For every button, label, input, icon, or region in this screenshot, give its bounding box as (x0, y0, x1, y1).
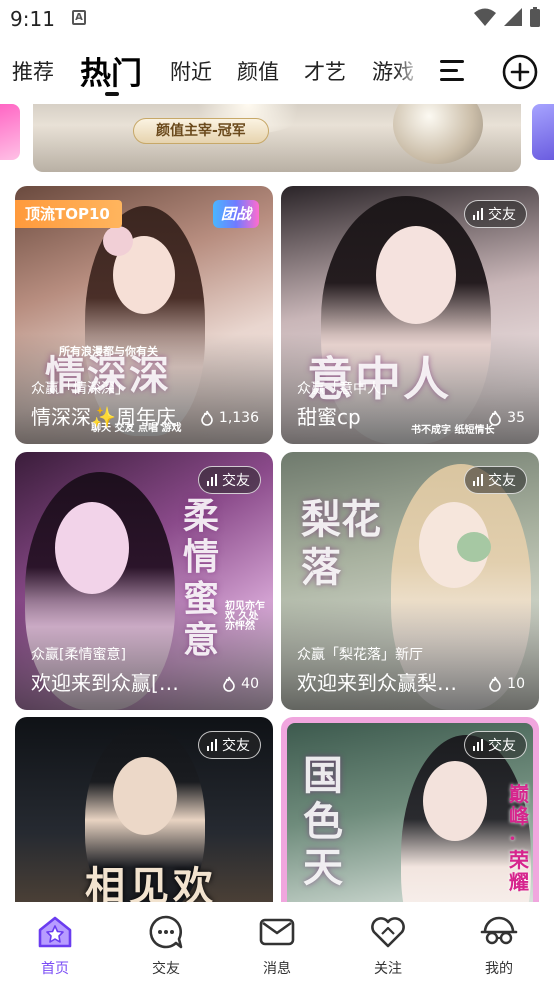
nav-following-label: 关注 (374, 961, 402, 977)
room-card[interactable]: 意中人 书不成字 纸短情长 交友 众赢「意中人」 甜蜜cp 35 (281, 186, 539, 444)
chat-bubble-icon (149, 915, 183, 949)
audio-bars-icon (473, 474, 483, 486)
heat-count: 40 (241, 676, 259, 692)
profile-glasses-icon (480, 916, 518, 945)
nav-messages-label: 消息 (263, 961, 291, 977)
room-heat: 1,136 (199, 410, 259, 426)
card-side-badge: 巅峰·荣耀 (509, 782, 529, 894)
banner-next-peek[interactable] (532, 104, 554, 160)
home-star-icon (38, 916, 72, 948)
heat-count: 1,136 (218, 410, 259, 426)
room-name: 众赢「意中人」 (297, 381, 395, 397)
room-card[interactable]: 梨花落 交友 众赢「梨花落」新厅 欢迎来到众赢梨花落 10 (281, 452, 539, 710)
bottom-navigation: 首页 交友 消息 关注 我的 (0, 902, 554, 984)
status-bar: 9:11 A (0, 0, 554, 38)
menu-icon[interactable] (438, 58, 466, 84)
category-tag-label: 交友 (488, 207, 516, 223)
room-title: 欢迎来到众赢[柔情蜜意] (31, 671, 191, 695)
audio-bars-icon (207, 739, 217, 751)
room-title: 甜蜜cp (297, 405, 361, 429)
audio-bars-icon (473, 739, 483, 751)
tab-recommend[interactable]: 推荐 (12, 56, 54, 86)
audio-bars-icon (207, 474, 217, 486)
nav-social[interactable]: 交友 (126, 912, 206, 978)
room-card[interactable]: 情深深 所有浪漫都与你有关 聊天 交友 点唱 游戏 顶流TOP10 团战 众赢「… (15, 186, 273, 444)
flame-icon (223, 676, 235, 692)
card-deco-subtext: 初见亦乍欢 久处亦怦然 (225, 601, 265, 632)
card-deco-text: 国色天 (303, 752, 343, 891)
nav-messages[interactable]: 消息 (237, 912, 317, 978)
team-battle-badge: 团战 (212, 200, 259, 228)
card-deco-subtext: 所有浪漫都与你有关 (59, 345, 158, 358)
flame-icon (489, 410, 501, 426)
room-heat: 10 (487, 676, 525, 692)
room-card[interactable]: 相见欢 交友 (15, 717, 273, 902)
add-icon[interactable] (502, 54, 538, 90)
room-name: 众赢「情深深」 (31, 381, 129, 397)
category-tag: 交友 (464, 731, 527, 759)
banner-label: 颜值主宰-冠军 (133, 118, 269, 144)
heart-icon (371, 917, 405, 948)
audio-bars-icon (473, 208, 483, 220)
mail-icon (259, 918, 295, 946)
battery-icon (530, 9, 540, 27)
nav-social-label: 交友 (152, 961, 180, 977)
nav-home-label: 首页 (41, 961, 69, 977)
flame-icon (201, 410, 213, 426)
category-tag-label: 交友 (488, 738, 516, 754)
room-heat: 35 (487, 410, 525, 426)
room-name: 众赢「梨花落」新厅 (297, 647, 423, 663)
banner-prev-peek[interactable] (0, 104, 20, 160)
room-grid: 情深深 所有浪漫都与你有关 聊天 交友 点唱 游戏 顶流TOP10 团战 众赢「… (0, 186, 554, 902)
category-tag: 交友 (464, 466, 527, 494)
nav-following[interactable]: 关注 (348, 912, 428, 978)
category-tag-label: 交友 (222, 473, 250, 489)
room-title: 情深深✨周年庆 (31, 405, 176, 429)
active-tab-indicator (105, 92, 119, 96)
card-deco-text: 相见欢 (85, 863, 217, 903)
tab-hot[interactable]: 热门 (80, 48, 142, 93)
top-rank-badge: 顶流TOP10 (15, 200, 122, 228)
flame-icon (489, 676, 501, 692)
status-time: 9:11 (10, 7, 55, 31)
tab-talent[interactable]: 才艺 (304, 56, 346, 86)
notification-icon: A (72, 10, 86, 25)
room-heat: 40 (221, 676, 259, 692)
category-tag-label: 交友 (488, 473, 516, 489)
card-deco-text: 梨花落 (301, 496, 381, 591)
room-card[interactable]: 国色天 巅峰·荣耀 交友 (281, 717, 539, 902)
room-title: 欢迎来到众赢梨花落 (297, 671, 457, 695)
nav-profile-label: 我的 (485, 961, 513, 977)
category-tabs: 推荐 热门 附近 颜值 才艺 游戏 (0, 40, 554, 102)
signal-icon (504, 8, 522, 26)
banner[interactable]: 颜值主宰-冠军 (33, 104, 521, 172)
room-card[interactable]: 柔情蜜意 初见亦乍欢 久处亦怦然 交友 众赢[柔情蜜意] 欢迎来到众赢[柔情蜜意… (15, 452, 273, 710)
heat-count: 35 (507, 410, 525, 426)
tab-nearby[interactable]: 附近 (170, 56, 212, 86)
category-tag: 交友 (198, 466, 261, 494)
heat-count: 10 (507, 676, 525, 692)
tab-looks[interactable]: 颜值 (237, 56, 279, 86)
nav-home[interactable]: 首页 (15, 912, 95, 978)
room-name: 众赢[柔情蜜意] (31, 647, 126, 663)
category-tag: 交友 (198, 731, 261, 759)
category-tag-label: 交友 (222, 738, 250, 754)
category-tag: 交友 (464, 200, 527, 228)
status-icons (474, 7, 540, 27)
tabs-fade (395, 50, 429, 94)
nav-profile[interactable]: 我的 (459, 912, 539, 978)
card-deco-text: 柔情蜜意 (183, 495, 220, 662)
banner-carousel[interactable]: 颜值主宰-冠军 (0, 104, 554, 174)
wifi-icon (474, 8, 496, 26)
